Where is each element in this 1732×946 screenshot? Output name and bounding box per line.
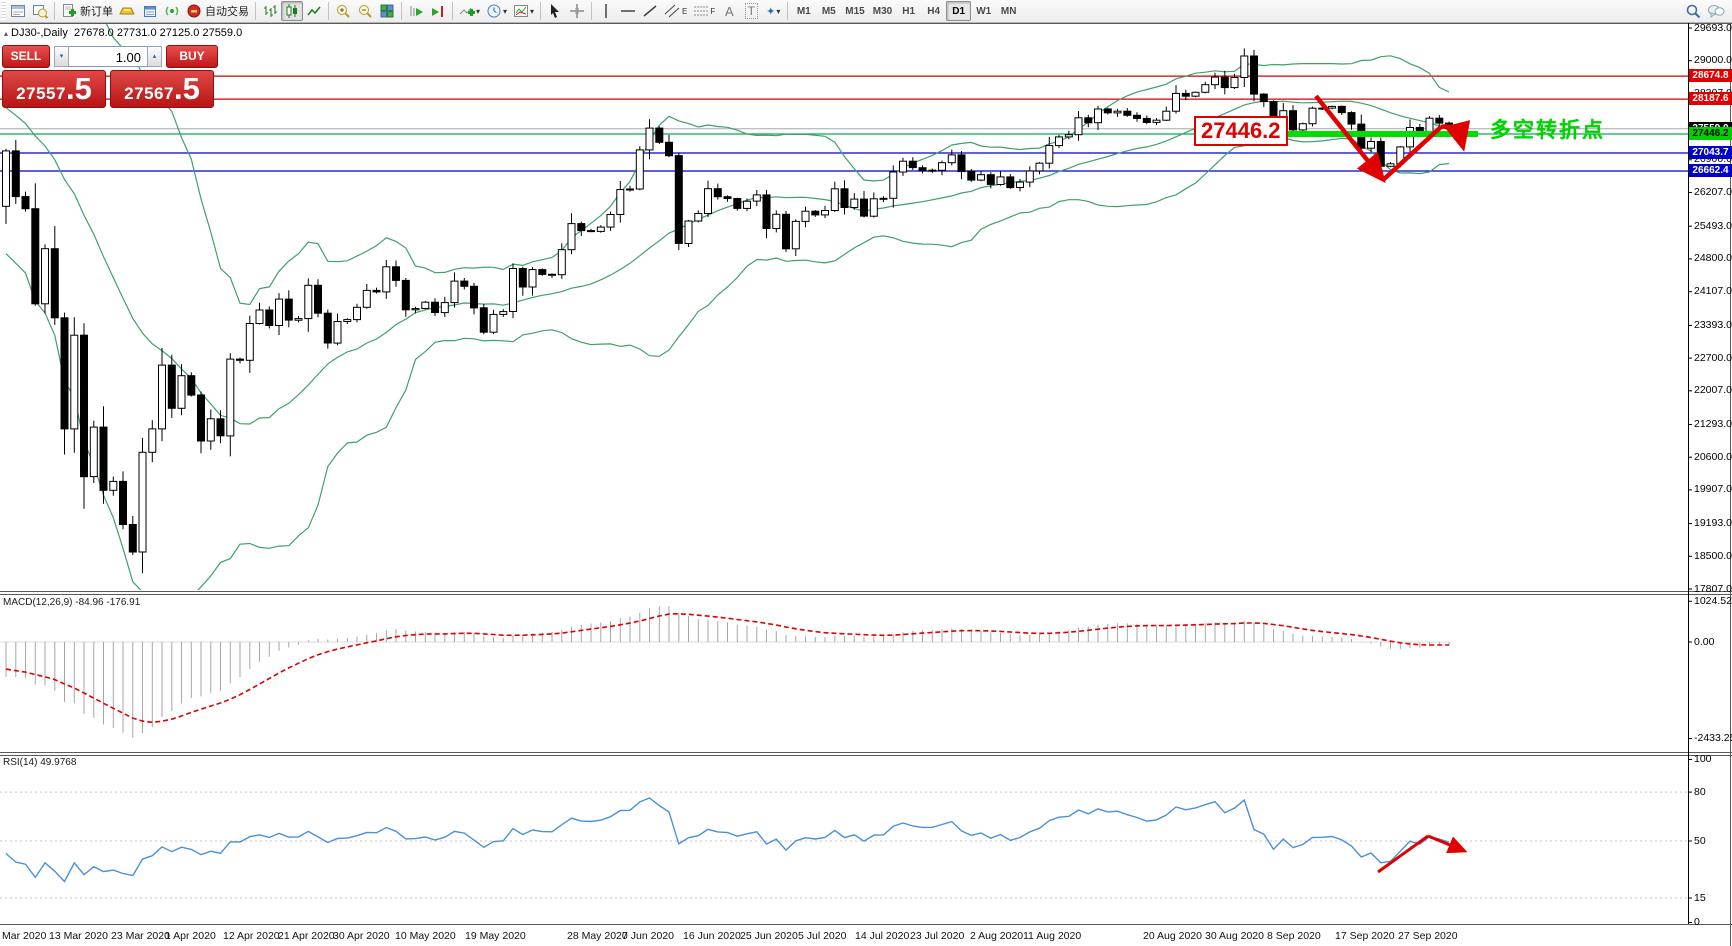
spin-up-icon: ▴ <box>153 52 157 60</box>
sell-button[interactable]: SELL <box>2 45 50 68</box>
volume-decrease-button[interactable]: ▾ <box>54 46 69 67</box>
buy-button[interactable]: BUY <box>166 45 218 68</box>
support-highlight-line[interactable] <box>1286 131 1478 137</box>
sell-price-fraction: .5 <box>66 75 92 103</box>
buy-price-main: 27567 <box>124 84 174 104</box>
volume-stepper: ▾ 1.00 ▴ <box>54 46 162 67</box>
spin-down-icon: ▾ <box>60 52 64 60</box>
chart-canvas <box>0 0 1732 946</box>
one-click-trading-panel: SELL ▾ 1.00 ▴ BUY 27557.5 27567.5 <box>2 45 218 108</box>
buy-price-fraction: .5 <box>174 75 200 103</box>
volume-increase-button[interactable]: ▴ <box>147 46 162 67</box>
rsi-arrow-down[interactable] <box>1428 836 1462 850</box>
macd-panel-series <box>0 606 1449 738</box>
price-callout-label[interactable]: 27446.2 <box>1194 116 1288 146</box>
volume-input[interactable]: 1.00 <box>69 46 147 67</box>
buy-price-display[interactable]: 27567.5 <box>110 70 214 108</box>
sell-price-main: 27557 <box>16 84 66 104</box>
sell-price-display[interactable]: 27557.5 <box>2 70 106 108</box>
bollinger-bands <box>6 0 1449 606</box>
rsi-panel-series <box>0 792 1688 898</box>
rsi-line <box>6 798 1449 882</box>
trading-terminal-window: 新订单 自动交易 ▾ ▾ ▾ E F A T ✦▾ <box>0 0 1732 946</box>
